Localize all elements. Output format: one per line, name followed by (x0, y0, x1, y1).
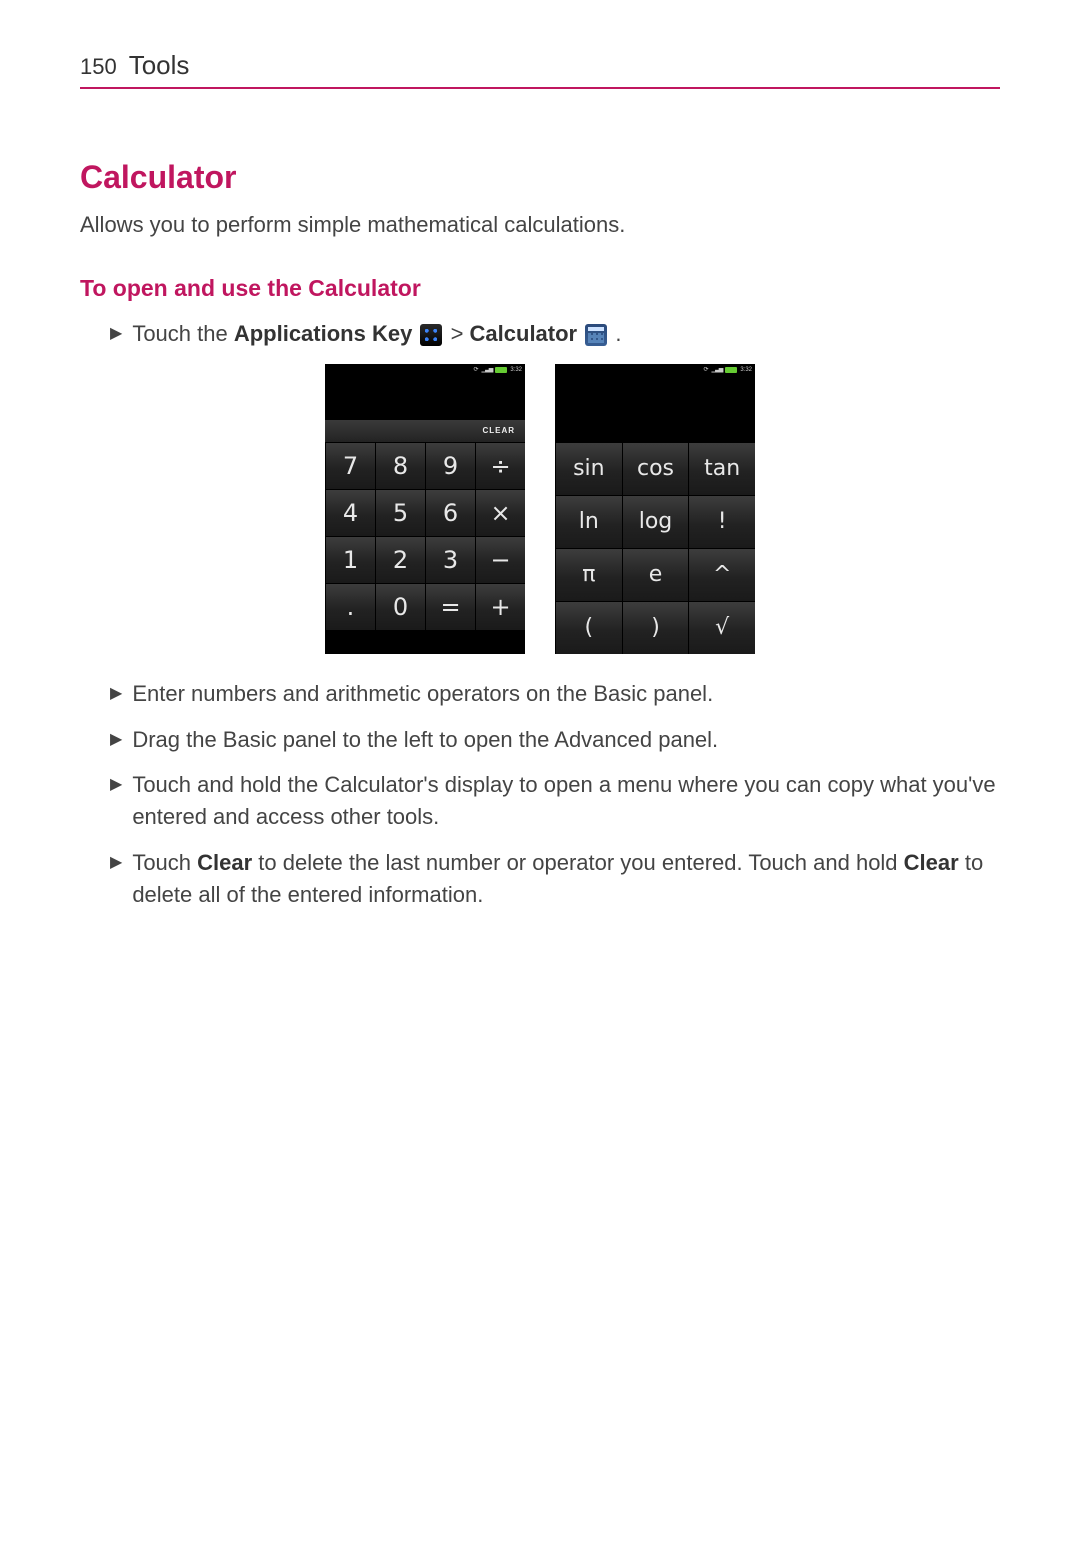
step-separator: > (451, 321, 470, 346)
bullet-touch-clear: ▶ Touch Clear to delete the last number … (80, 847, 1000, 911)
page-title: Calculator (80, 159, 1000, 196)
bullet-text: Touch and hold the Calculator's display … (132, 769, 1000, 833)
key-plus[interactable]: + (475, 583, 525, 630)
triangle-bullet-icon: ▶ (110, 724, 122, 756)
key-2[interactable]: 2 (375, 536, 425, 583)
key-equals[interactable]: = (425, 583, 475, 630)
key-sqrt[interactable]: √ (688, 601, 755, 654)
clear-word: Clear (904, 850, 959, 875)
key-e[interactable]: e (622, 548, 689, 601)
battery-icon (725, 367, 737, 373)
key-5[interactable]: 5 (375, 489, 425, 536)
bullet-text: Drag the Basic panel to the left to open… (132, 724, 1000, 756)
battery-icon (495, 367, 507, 373)
screenshot-row: ⟳ ▁▃▅ 3:32 CLEAR 7 8 9 ÷ 4 5 6 × 1 2 3 (80, 364, 1000, 654)
bullet-drag-panel: ▶ Drag the Basic panel to the left to op… (80, 724, 1000, 756)
key-tan[interactable]: tan (688, 442, 755, 495)
key-factorial[interactable]: ! (688, 495, 755, 548)
key-minus[interactable]: − (475, 536, 525, 583)
apps-key-label: Applications Key (234, 321, 412, 346)
page-header: 150 Tools (80, 50, 1000, 89)
calculator-display[interactable] (555, 376, 755, 420)
key-rparen[interactable]: ) (622, 601, 689, 654)
intro-text: Allows you to perform simple mathematica… (80, 210, 1000, 241)
key-cos[interactable]: cos (622, 442, 689, 495)
status-bar: ⟳ ▁▃▅ 3:32 (555, 364, 755, 376)
key-lparen[interactable]: ( (555, 601, 622, 654)
bullet-enter-numbers: ▶ Enter numbers and arithmetic operators… (80, 678, 1000, 710)
clear-word: Clear (197, 850, 252, 875)
step-open-calculator: ▶ Touch the Applications Key > Calculato… (80, 318, 1000, 350)
key-multiply[interactable]: × (475, 489, 525, 536)
sync-icon: ⟳ (473, 366, 478, 373)
applications-key-icon (420, 324, 442, 346)
status-time: 3:32 (510, 367, 522, 373)
advanced-keypad: sin cos tan ln log ! π e ^ ( ) √ (555, 442, 755, 654)
signal-icon: ▁▃▅ (481, 366, 492, 373)
key-4[interactable]: 4 (325, 489, 375, 536)
advanced-panel-screenshot: ⟳ ▁▃▅ 3:32 sin cos tan ln log ! π e ^ ( … (555, 364, 755, 654)
key-7[interactable]: 7 (325, 442, 375, 489)
clear-button[interactable]: CLEAR (472, 426, 525, 435)
calculator-label: Calculator (470, 321, 578, 346)
key-divide[interactable]: ÷ (475, 442, 525, 489)
key-log[interactable]: log (622, 495, 689, 548)
status-bar: ⟳ ▁▃▅ 3:32 (325, 364, 525, 376)
clear-row: CLEAR (325, 420, 525, 442)
step-suffix: . (615, 321, 621, 346)
key-8[interactable]: 8 (375, 442, 425, 489)
key-sin[interactable]: sin (555, 442, 622, 495)
triangle-bullet-icon: ▶ (110, 847, 122, 911)
display-gap (555, 420, 755, 442)
key-9[interactable]: 9 (425, 442, 475, 489)
bullet-text-mid: to delete the last number or operator yo… (252, 850, 903, 875)
step-text: Touch the (132, 321, 234, 346)
sync-icon: ⟳ (703, 366, 708, 373)
subheading: To open and use the Calculator (80, 275, 1000, 302)
bullet-touch-hold-display: ▶ Touch and hold the Calculator's displa… (80, 769, 1000, 833)
key-3[interactable]: 3 (425, 536, 475, 583)
key-ln[interactable]: ln (555, 495, 622, 548)
triangle-bullet-icon: ▶ (110, 678, 122, 710)
page-number: 150 (80, 54, 117, 80)
bullet-text: Enter numbers and arithmetic operators o… (132, 678, 1000, 710)
key-6[interactable]: 6 (425, 489, 475, 536)
key-power[interactable]: ^ (688, 548, 755, 601)
calculator-display[interactable] (325, 376, 525, 420)
basic-keypad: 7 8 9 ÷ 4 5 6 × 1 2 3 − . 0 = + (325, 442, 525, 630)
section-title: Tools (129, 50, 190, 81)
signal-icon: ▁▃▅ (711, 366, 722, 373)
key-0[interactable]: 0 (375, 583, 425, 630)
calculator-app-icon (585, 324, 607, 346)
bullet-text-pre: Touch (132, 850, 197, 875)
triangle-bullet-icon: ▶ (110, 769, 122, 833)
triangle-bullet-icon: ▶ (110, 318, 122, 350)
key-dot[interactable]: . (325, 583, 375, 630)
key-1[interactable]: 1 (325, 536, 375, 583)
key-pi[interactable]: π (555, 548, 622, 601)
status-time: 3:32 (740, 367, 752, 373)
basic-panel-screenshot: ⟳ ▁▃▅ 3:32 CLEAR 7 8 9 ÷ 4 5 6 × 1 2 3 (325, 364, 525, 654)
